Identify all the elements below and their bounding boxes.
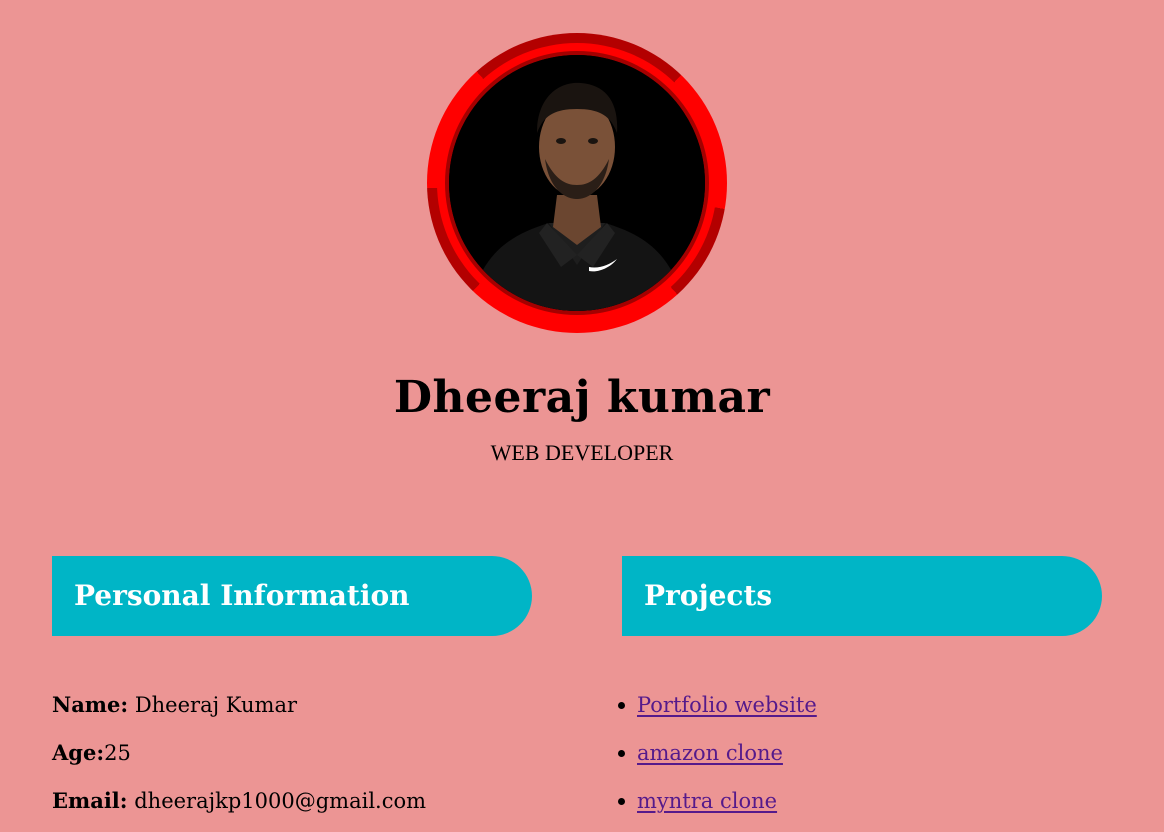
projects-header: Projects: [622, 556, 1102, 636]
info-label: Name:: [52, 692, 129, 717]
info-row-email: Email: dheerajkp1000@gmail.com: [52, 784, 426, 832]
info-value: dheerajkp1000@gmail.com: [127, 789, 427, 813]
profile-avatar: [427, 33, 727, 333]
info-label: Age:: [52, 740, 105, 765]
person-portrait-icon: [449, 55, 705, 311]
info-row-age: Age:25: [52, 736, 426, 784]
project-link-amazon[interactable]: amazon clone: [637, 741, 783, 765]
list-item: amazon clone: [618, 736, 817, 784]
personal-info-header: Personal Information: [52, 556, 532, 636]
project-link-myntra[interactable]: myntra clone: [637, 789, 777, 813]
list-item: myntra clone: [618, 784, 817, 832]
list-item: Portfolio website: [618, 688, 817, 736]
projects-heading: Projects: [644, 579, 773, 612]
project-link-portfolio[interactable]: Portfolio website: [637, 693, 817, 717]
projects-list: Portfolio website amazon clone myntra cl…: [618, 688, 817, 832]
info-label: Email:: [52, 788, 128, 813]
info-value: Dheeraj Kumar: [128, 693, 298, 717]
info-value: 25: [104, 741, 131, 765]
role-subtitle: WEB DEVELOPER: [490, 440, 674, 465]
personal-info-list: Name: Dheeraj Kumar Age:25 Email: dheera…: [52, 688, 426, 832]
page-title: Dheeraj kumar: [393, 372, 771, 423]
personal-info-heading: Personal Information: [74, 579, 410, 612]
info-row-name: Name: Dheeraj Kumar: [52, 688, 426, 736]
